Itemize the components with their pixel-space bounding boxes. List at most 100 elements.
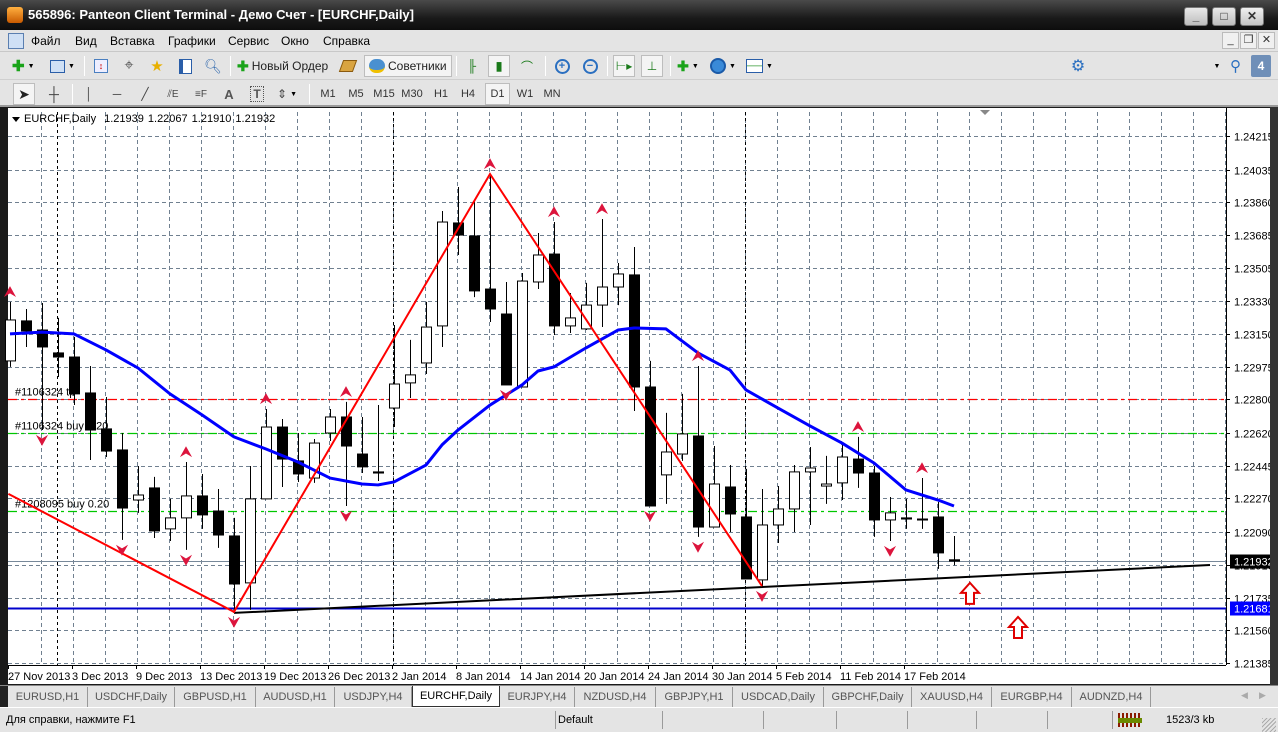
price-axis-label: 1.24035 <box>1234 166 1274 178</box>
candlestick-chart-button[interactable]: ▮ <box>488 55 510 77</box>
maximize-button[interactable]: □ <box>1212 7 1236 26</box>
market-watch-button[interactable]: ↕ <box>90 55 112 77</box>
timeframe-d1[interactable]: D1 <box>485 83 510 105</box>
chart-background <box>8 108 1270 684</box>
mdi-close-button[interactable]: ✕ <box>1258 32 1275 49</box>
terminal-icon <box>178 58 192 74</box>
crosshair-tool[interactable]: ┼ <box>43 83 65 105</box>
price-axis-label: 1.24215 <box>1234 132 1274 144</box>
gear-icon: ⚙ <box>1070 58 1086 75</box>
app-icon <box>7 7 23 23</box>
favorites-button[interactable]: ★ <box>146 55 168 77</box>
menu-window[interactable]: Окно <box>281 34 309 48</box>
close-button[interactable]: ✕ <box>1240 7 1264 26</box>
arrows-tool[interactable]: ⇕ ▼ <box>276 83 298 105</box>
new-chart-button[interactable]: ✚ ▼ <box>12 55 35 77</box>
tab-xauusd-h4[interactable]: XAUUSD,H4 <box>912 687 992 707</box>
bar-chart-button[interactable]: ╟ <box>461 55 483 77</box>
tab-gbpchf-daily[interactable]: GBPCHF,Daily <box>824 687 912 707</box>
new-order-button[interactable]: ✚ Новый Ордер <box>237 55 328 77</box>
candle-bull <box>789 471 800 510</box>
mdi-restore-button[interactable]: ❐ <box>1240 32 1257 49</box>
menu-help[interactable]: Справка <box>323 34 370 48</box>
tab-audnzd-h4[interactable]: AUDNZD,H4 <box>1072 687 1151 707</box>
expert-advisors-label: Советники <box>388 59 447 73</box>
menu-insert[interactable]: Вставка <box>110 34 155 48</box>
messages-badge[interactable]: 4 <box>1251 55 1271 77</box>
line-chart-button[interactable]: ⌒ <box>516 55 538 77</box>
cursor-tool[interactable]: ➤ <box>13 83 35 105</box>
menu-tools[interactable]: Сервис <box>228 34 269 48</box>
tab-usdjpy-h4[interactable]: USDJPY,H4 <box>335 687 412 707</box>
candle-bear <box>229 535 240 585</box>
equidistant-channel-tool[interactable]: ⫽E <box>162 83 184 105</box>
zoom-in-button[interactable]: + <box>551 55 573 77</box>
tab-gbpusd-h1[interactable]: GBPUSD,H1 <box>175 687 256 707</box>
horizontal-line-tool[interactable]: ─ <box>106 83 128 105</box>
terminal-button[interactable] <box>174 55 196 77</box>
timeframe-mn[interactable]: MN <box>541 83 563 105</box>
chart-window[interactable]: 1.24215 1.24035 1.23860 1.23685 1.23505 1.233… <box>0 107 1278 685</box>
timeframe-h4[interactable]: H4 <box>457 83 479 105</box>
candlestick-chart[interactable]: 1.24215 1.24035 1.23860 1.23685 1.23505 1.233… <box>0 107 1278 685</box>
tabs-scroll-right-icon[interactable]: ▶ <box>1259 690 1266 701</box>
vertical-line-tool[interactable]: │ <box>78 83 100 105</box>
order-line-label: #1106324 tp <box>15 387 75 399</box>
zoom-out-icon: − <box>582 58 598 74</box>
magnifier-doc-icon: 🔍︎ <box>204 57 222 74</box>
tab-nzdusd-h4[interactable]: NZDUSD,H4 <box>575 687 656 707</box>
timeframe-m5[interactable]: M5 <box>345 83 367 105</box>
new-chart-icon: ✚ <box>12 58 25 75</box>
auto-scroll-button[interactable]: ⊥ <box>641 55 663 77</box>
candle-bear <box>197 495 208 516</box>
tabs-scroll-left-icon[interactable]: ◀ <box>1241 690 1248 701</box>
resize-grip[interactable] <box>1262 718 1276 732</box>
tab-eurchf-daily[interactable]: EURCHF,Daily <box>412 686 500 707</box>
templates-button[interactable]: ▼ <box>746 55 773 77</box>
timeframe-m15[interactable]: M15 <box>373 83 395 105</box>
tab-eurgbp-h4[interactable]: EURGBP,H4 <box>992 687 1072 707</box>
timeframe-w1[interactable]: W1 <box>514 83 536 105</box>
tab-eurjpy-h4[interactable]: EURJPY,H4 <box>500 687 575 707</box>
indicators-button[interactable]: ✚ ▼ <box>677 55 699 77</box>
chart-shift-button[interactable]: ⊢▸ <box>613 55 635 77</box>
metaeditor-button[interactable] <box>337 55 359 77</box>
tab-usdcad-daily[interactable]: USDCAD,Daily <box>733 687 824 707</box>
text-icon: A <box>224 86 234 102</box>
bid-price-label: 1.21932 <box>1234 557 1274 569</box>
search-button[interactable]: ⚲ <box>1224 55 1246 77</box>
menu-view[interactable]: Вид <box>75 34 97 48</box>
chart-header-close: 1.21932 <box>235 113 275 125</box>
minimize-button[interactable]: _ <box>1184 7 1208 26</box>
mdi-minimize-button[interactable]: _ <box>1222 32 1239 49</box>
search-history-dropdown[interactable]: ▼ <box>1211 55 1223 77</box>
navigator-button[interactable]: ⌖ <box>118 55 140 77</box>
fibonacci-tool[interactable]: ≡F <box>190 83 212 105</box>
add-indicator-icon: ✚ <box>677 57 689 74</box>
price-axis-label: 1.21560 <box>1234 626 1274 638</box>
candle-bull <box>757 524 768 581</box>
timeframe-m30[interactable]: M30 <box>401 83 423 105</box>
tab-eurusd-h1[interactable]: EURUSD,H1 <box>8 687 88 707</box>
menu-file[interactable]: Файл <box>31 34 61 48</box>
periods-button[interactable]: ▼ <box>710 55 736 77</box>
candle-bear <box>117 449 128 509</box>
tab-usdchf-daily[interactable]: USDCHF,Daily <box>88 687 175 707</box>
menu-charts[interactable]: Графики <box>168 34 216 48</box>
chart-shift-icon: ⊢▸ <box>615 59 633 73</box>
text-label-tool[interactable]: T <box>246 83 268 105</box>
messages-count: 4 <box>1257 59 1265 73</box>
zoom-out-button[interactable]: − <box>579 55 601 77</box>
tab-audusd-h1[interactable]: AUDUSD,H1 <box>256 687 335 707</box>
timeframe-m1[interactable]: M1 <box>317 83 339 105</box>
search-settings-button[interactable]: ⚙ <box>1067 55 1089 77</box>
text-tool[interactable]: A <box>218 83 240 105</box>
toolbar-separator <box>309 84 310 104</box>
price-axis-label: 1.22975 <box>1234 363 1274 375</box>
tab-gbpjpy-h1[interactable]: GBPJPY,H1 <box>656 687 733 707</box>
timeframe-h1[interactable]: H1 <box>430 83 452 105</box>
trendline-tool[interactable]: ╱ <box>134 83 156 105</box>
expert-advisors-button[interactable]: Советники <box>364 55 452 77</box>
profiles-button[interactable]: ▼ <box>50 55 75 77</box>
strategy-tester-button[interactable]: 🔍︎ <box>202 55 224 77</box>
